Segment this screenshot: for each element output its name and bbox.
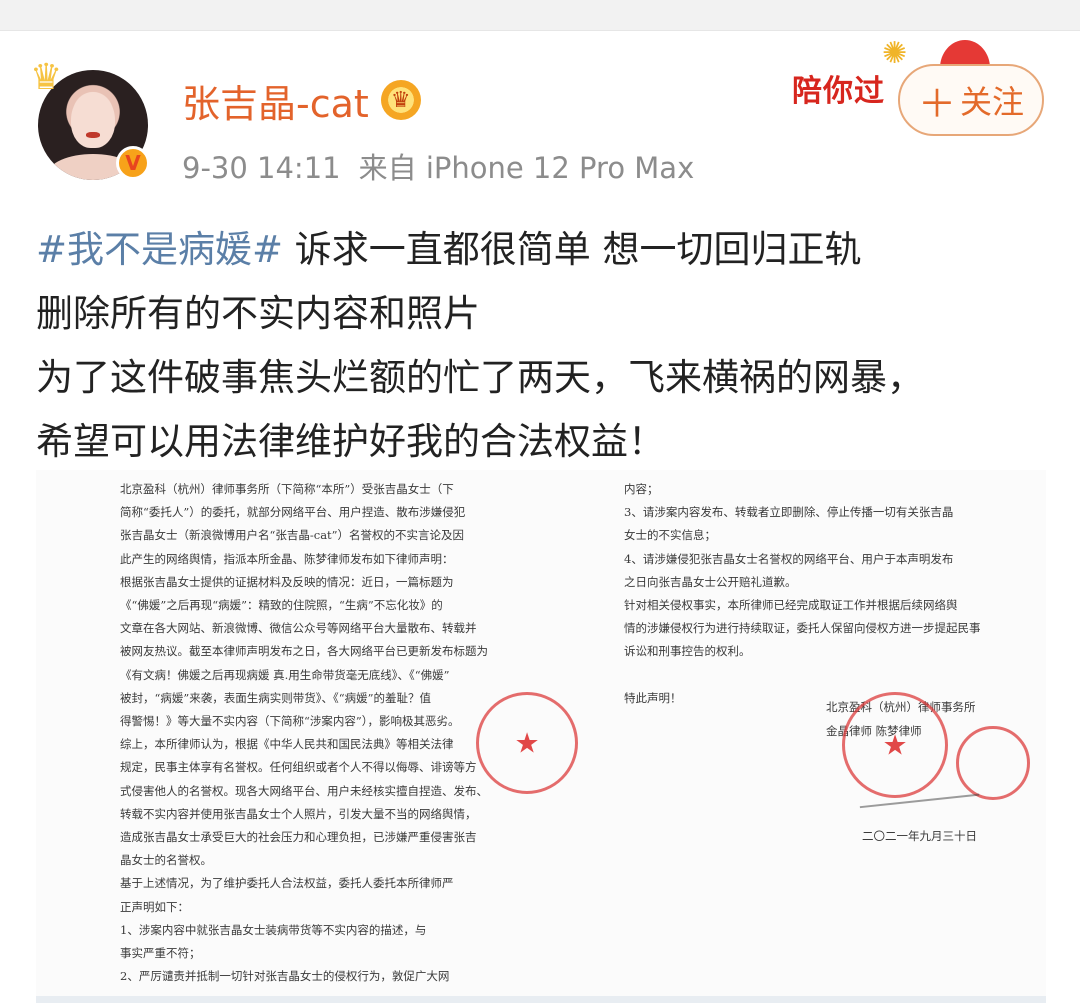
statement-line: 之日向张吉晶女士公开赔礼道歉。 bbox=[624, 574, 797, 589]
attached-image-legal-statement[interactable]: 北京盈科（杭州）律师事务所（下简称“本所”）受张吉晶女士（下 简称“委托人”）的委… bbox=[36, 470, 1046, 1003]
next-image-strip bbox=[36, 996, 1046, 1003]
statement-line: 4、请涉嫌侵犯张吉晶女士名誉权的网络平台、用户于本声明发布 bbox=[624, 551, 954, 566]
post-source: 来自 iPhone 12 Pro Max bbox=[358, 151, 695, 185]
firework-icon: ✺ bbox=[882, 36, 908, 71]
statement-line: 此产生的网络舆情，指派本所金晶、陈梦律师发布如下律师声明： bbox=[120, 551, 454, 566]
post-line-1-text: 诉求一直都很简单 想一切回归正轨 bbox=[283, 228, 862, 271]
red-seal-icon: ★ bbox=[476, 692, 578, 794]
statement-right-column: 内容； 3、请涉案内容发布、转载者立即删除、停止传播一切有关张吉晶 女士的不实信息；… bbox=[624, 478, 1024, 710]
post-line-1: #我不是病媛# 诉求一直都很简单 想一切回归正轨 bbox=[36, 218, 1046, 282]
post-line-4: 希望可以用法律维护好我的合法权益！ bbox=[36, 420, 665, 463]
post-line-2: 删除所有的不实内容和照片 bbox=[36, 292, 480, 335]
statement-line: 转载不实内容并使用张吉晶女士个人照片，引发大量不当的网络舆情， bbox=[120, 806, 477, 821]
follow-label: 关注 bbox=[960, 83, 1025, 121]
username[interactable]: 张吉晶-cat bbox=[182, 73, 369, 128]
hashtag-link[interactable]: #我不是病媛# bbox=[36, 228, 283, 271]
statement-line: 3、请涉案内容发布、转载者立即删除、停止传播一切有关张吉晶 bbox=[624, 505, 954, 520]
top-bar bbox=[0, 0, 1080, 31]
statement-line: 正声明如下： bbox=[120, 899, 189, 914]
statement-line: 基于上述情况，为了维护委托人合法权益，委托人委托本所律师严 bbox=[120, 876, 454, 891]
statement-line: 诉讼和刑事控告的权利。 bbox=[624, 644, 751, 659]
statement-line: 晶女士的名誉权。 bbox=[120, 853, 212, 868]
statement-line: 《“佛媛”之后再现“病媛”：精致的住院照，“生病”不忘化妆》的 bbox=[120, 598, 443, 613]
statement-line: 《有文病！佛媛之后再现病媛 真.用生命带货毫无底线》、《“佛媛” bbox=[120, 667, 450, 682]
statement-line: 女士的不实信息； bbox=[624, 528, 716, 543]
statement-line: 北京盈科（杭州）律师事务所（下简称“本所”）受张吉晶女士（下 bbox=[120, 482, 454, 496]
post-meta: 9-30 14:11 来自 iPhone 12 Pro Max bbox=[182, 145, 694, 187]
verified-badge-icon: V bbox=[116, 146, 150, 180]
vip-member-icon[interactable]: ♛ bbox=[380, 80, 421, 120]
statement-line: 根据张吉晶女士提供的证据材料及反映的情况：近日，一篇标题为 bbox=[120, 574, 454, 589]
username-row: 张吉晶-cat ♛ bbox=[182, 74, 421, 126]
statement-line: 简称“委托人”）的委托，就部分网络平台、用户捏造、散布涉嫌侵犯 bbox=[120, 505, 466, 520]
statement-line: 被网友热议。截至本律师声明发布之日，各大网络平台已更新发布标题为 bbox=[120, 644, 488, 659]
statement-line bbox=[624, 664, 1024, 687]
plus-icon: ＋ bbox=[917, 81, 956, 126]
statement-line: 针对相关侵权事实，本所律师已经完成取证工作并根据后续网络舆 bbox=[624, 598, 958, 613]
avatar[interactable]: ♛ V bbox=[30, 60, 160, 190]
statement-line: 文章在各大网站、新浪微博、微信公众号等网络平台大量散布、转载并 bbox=[120, 621, 477, 636]
statement-line: 事实严重不符； bbox=[120, 946, 201, 961]
statement-line: 张吉晶女士（新浪微博用户名“张吉晶-cat”）名誉权的不实言论及因 bbox=[120, 528, 465, 543]
follow-button[interactable]: ＋ 关注 bbox=[898, 64, 1044, 136]
festival-text: 陪你过 bbox=[792, 74, 885, 109]
statement-line: 2、严厉谴责并抵制一切针对张吉晶女士的侵权行为，敦促广大网 bbox=[120, 969, 450, 984]
statement-date: 二〇二一年九月三十日 bbox=[862, 829, 977, 843]
statement-line: 1、涉案内容中就张吉晶女士装病带货等不实内容的描述，与 bbox=[120, 922, 427, 937]
statement-line: 内容； bbox=[624, 482, 659, 496]
post-text: #我不是病媛# 诉求一直都很简单 想一切回归正轨 删除所有的不实内容和照片 为了… bbox=[36, 218, 1046, 474]
statement-line: 造成张吉晶女士承受巨大的社会压力和心理负担，已涉嫌严重侵害张吉 bbox=[120, 830, 477, 845]
post-timestamp: 9-30 14:11 bbox=[182, 151, 341, 185]
post-line-3: 为了这件破事焦头烂额的忙了两天，飞来横祸的网暴， bbox=[36, 356, 924, 399]
crown-icon: ♛ bbox=[30, 57, 63, 98]
statement-line: 情的涉嫌侵权行为进行持续取证，委托人保留向侵权方进一步提起民事 bbox=[624, 621, 981, 636]
